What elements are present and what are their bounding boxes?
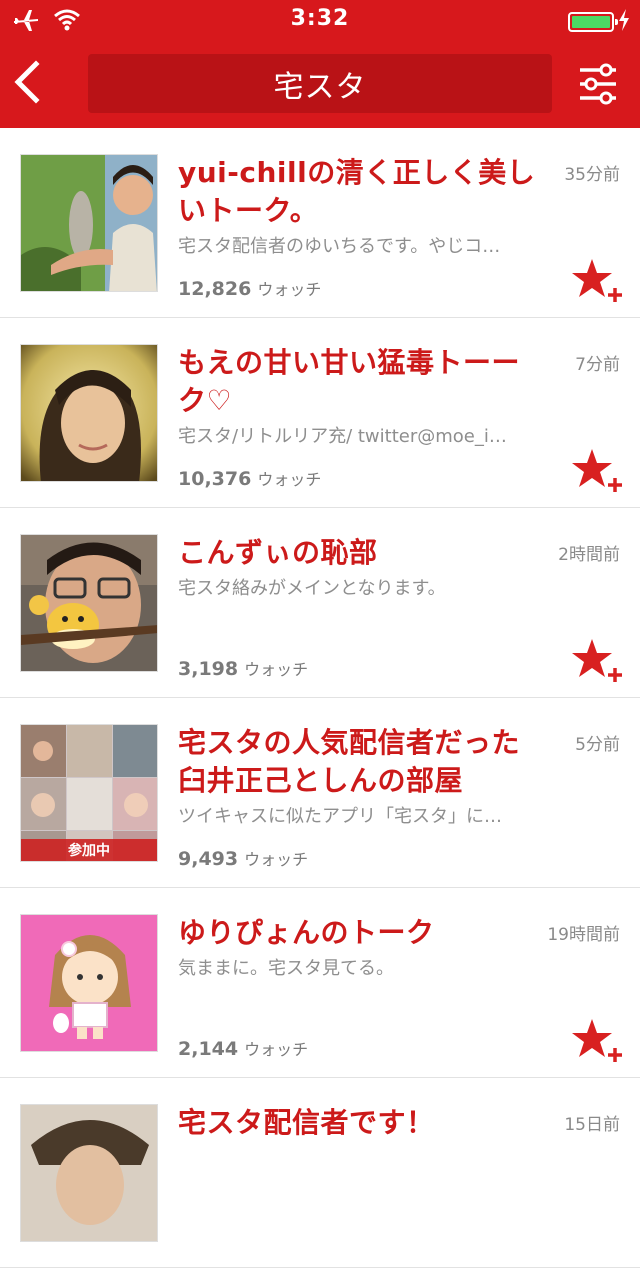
watch-count: 10,376 bbox=[178, 468, 252, 490]
room-thumbnail bbox=[20, 914, 158, 1052]
room-time: 19時間前 bbox=[547, 925, 620, 945]
room-description: 気ままに。宅スタ見てる。 bbox=[178, 958, 394, 979]
room-description: 宅スタ/リトルリア充/ twitter@moe_i… bbox=[178, 426, 507, 447]
star-plus-icon bbox=[572, 259, 622, 302]
room-row[interactable]: こんずぃの恥部 宅スタ絡みがメインとなります。 3,198 ウォッチ 2時間前 bbox=[0, 508, 640, 698]
chevron-left-icon bbox=[14, 60, 40, 104]
room-time: 5分前 bbox=[575, 735, 620, 755]
room-time: 15日前 bbox=[564, 1115, 620, 1135]
room-title: もえの甘い甘い猛毒トーーク♡ bbox=[178, 346, 521, 417]
status-bar: 3:32 bbox=[0, 0, 640, 40]
room-thumbnail: 参加中 bbox=[20, 724, 158, 862]
filter-button[interactable] bbox=[576, 62, 620, 106]
favorite-add-button[interactable] bbox=[570, 448, 624, 494]
watch-label: ウォッチ bbox=[244, 850, 309, 869]
room-time: 7分前 bbox=[575, 355, 620, 375]
room-row[interactable]: もえの甘い甘い猛毒トーーク♡ 宅スタ/リトルリア充/ twitter@moe_i… bbox=[0, 318, 640, 508]
room-time: 35分前 bbox=[564, 165, 620, 185]
room-title: ゆりぴょんのトーク bbox=[178, 916, 435, 949]
watch-label: ウォッチ bbox=[257, 280, 322, 299]
star-plus-icon bbox=[572, 639, 622, 682]
watch-count: 12,826 bbox=[178, 278, 252, 300]
room-thumbnail bbox=[20, 534, 158, 672]
charging-bolt-icon bbox=[618, 9, 630, 35]
watch-label: ウォッチ bbox=[257, 470, 322, 489]
joined-badge: 参加中 bbox=[21, 839, 157, 861]
room-description: 宅スタ絡みがメインとなります。 bbox=[178, 578, 446, 599]
star-plus-icon bbox=[572, 1019, 622, 1062]
battery-icon bbox=[568, 12, 618, 32]
watch-count: 2,144 bbox=[178, 1038, 239, 1060]
star-plus-icon bbox=[572, 449, 622, 492]
back-button[interactable] bbox=[10, 58, 50, 106]
room-title: 宅スタの人気配信者だった臼井正己としんの部屋 bbox=[178, 726, 521, 797]
room-row[interactable]: yui-chillの清く正しく美しいトーク。 宅スタ配信者のゆいちるです。やじコ… bbox=[0, 128, 640, 318]
watch-count: 9,493 bbox=[178, 848, 239, 870]
favorite-add-button[interactable] bbox=[570, 1018, 624, 1064]
room-title: yui-chillの清く正しく美しいトーク。 bbox=[178, 156, 536, 227]
watch-label: ウォッチ bbox=[244, 1040, 309, 1059]
header: 3:32 宅スタ bbox=[0, 0, 640, 128]
favorite-add-button[interactable] bbox=[570, 638, 624, 684]
room-row[interactable]: 宅スタ配信者です！ 15日前 bbox=[0, 1078, 640, 1268]
room-thumbnail bbox=[20, 154, 158, 292]
room-thumbnail bbox=[20, 344, 158, 482]
room-row[interactable]: ゆりぴょんのトーク 気ままに。宅スタ見てる。 2,144 ウォッチ 19時間前 bbox=[0, 888, 640, 1078]
room-title: 宅スタ配信者です！ bbox=[178, 1106, 435, 1139]
status-time: 3:32 bbox=[290, 6, 350, 31]
room-description: 宅スタ配信者のゆいちるです。やじコ… bbox=[178, 236, 501, 257]
nav-bar: 宅スタ bbox=[0, 40, 640, 128]
room-list: yui-chillの清く正しく美しいトーク。 宅スタ配信者のゆいちるです。やじコ… bbox=[0, 128, 640, 1268]
room-row[interactable]: 参加中 宅スタの人気配信者だった臼井正己としんの部屋 ツイキャスに似たアプリ「宅… bbox=[0, 698, 640, 888]
sliders-icon bbox=[580, 63, 616, 105]
favorite-add-button[interactable] bbox=[570, 258, 624, 304]
room-title: こんずぃの恥部 bbox=[178, 536, 378, 569]
room-thumbnail bbox=[20, 1104, 158, 1242]
room-description: ツイキャスに似たアプリ「宅スタ」に… bbox=[178, 806, 502, 827]
room-time: 2時間前 bbox=[558, 545, 620, 565]
watch-count: 3,198 bbox=[178, 658, 239, 680]
watch-label: ウォッチ bbox=[244, 660, 309, 679]
page-title: 宅スタ bbox=[88, 54, 552, 113]
